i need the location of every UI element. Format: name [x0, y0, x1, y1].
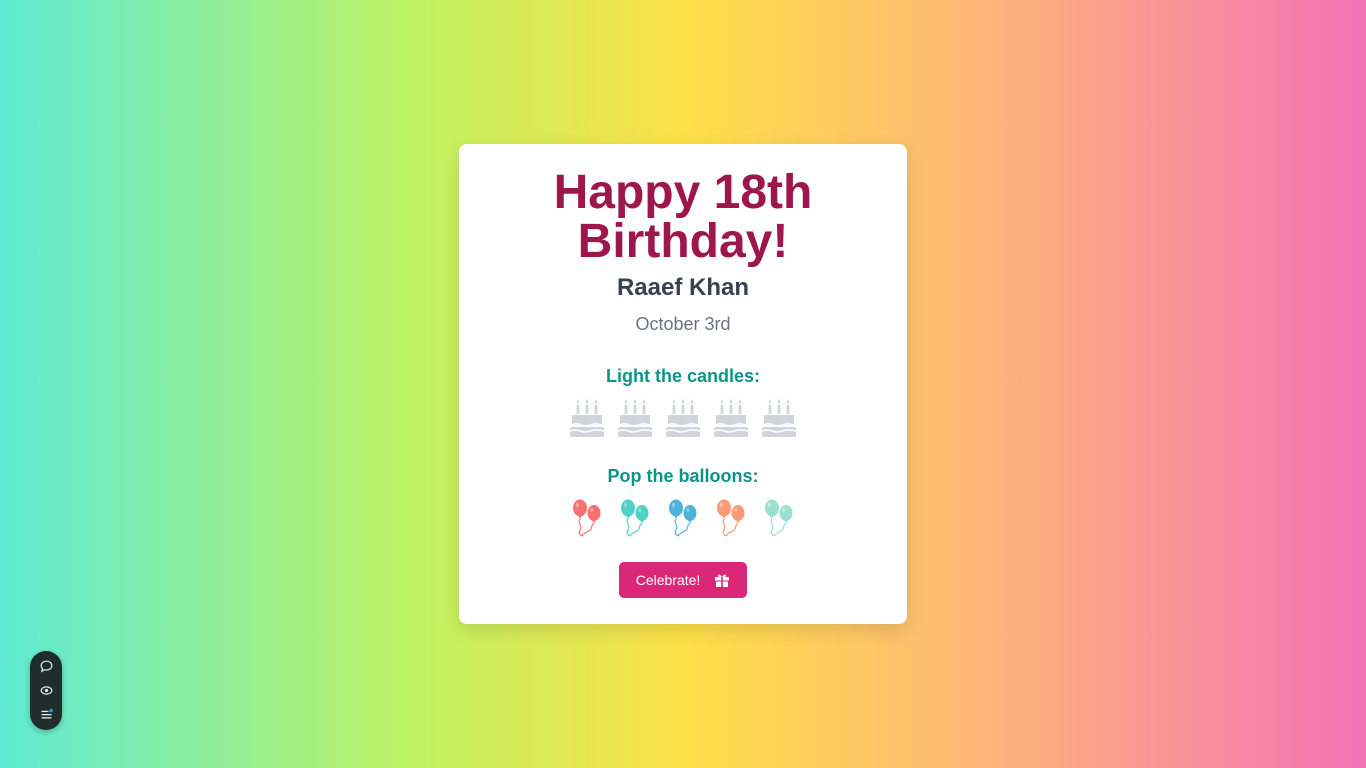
eye-icon [40, 685, 52, 695]
preview-button[interactable] [38, 682, 54, 698]
balloons-icon [621, 499, 649, 537]
chat-button[interactable] [38, 658, 54, 674]
menu-button[interactable] [38, 706, 54, 722]
celebrate-button[interactable]: Celebrate! [619, 562, 747, 598]
menu-list-icon [41, 708, 53, 718]
chat-bubble-icon [40, 660, 52, 673]
celebrate-button-label: Celebrate! [635, 572, 701, 588]
balloon-5[interactable] [761, 498, 797, 538]
balloons-icon [573, 499, 601, 537]
balloon-2[interactable] [617, 498, 653, 538]
floating-toolbar [30, 651, 62, 730]
balloons-row [459, 498, 907, 538]
page-title: Happy 18th Birthday! [553, 166, 813, 268]
balloons-icon [717, 499, 745, 537]
birthday-cake-icon [761, 399, 797, 437]
birthday-cake-icon [665, 399, 701, 437]
candle-cake-5[interactable] [761, 398, 797, 438]
gift-icon [715, 574, 730, 587]
birthday-cake-icon [569, 399, 605, 437]
candle-cake-2[interactable] [617, 398, 653, 438]
candle-cake-4[interactable] [713, 398, 749, 438]
birthday-date: October 3rd [635, 314, 731, 334]
balloons-label: Pop the balloons: [607, 466, 759, 486]
balloon-1[interactable] [569, 498, 605, 538]
candle-cake-1[interactable] [569, 398, 605, 438]
balloon-4[interactable] [713, 498, 749, 538]
balloon-3[interactable] [665, 498, 701, 538]
celebrant-name: Raaef Khan [616, 274, 750, 301]
birthday-cake-icon [713, 399, 749, 437]
candles-label: Light the candles: [605, 366, 760, 386]
balloons-icon [765, 499, 793, 537]
birthday-card: Happy 18th Birthday! Raaef Khan October … [459, 144, 907, 624]
candles-row [459, 398, 907, 438]
birthday-cake-icon [617, 399, 653, 437]
candle-cake-3[interactable] [665, 398, 701, 438]
balloons-icon [669, 499, 697, 537]
